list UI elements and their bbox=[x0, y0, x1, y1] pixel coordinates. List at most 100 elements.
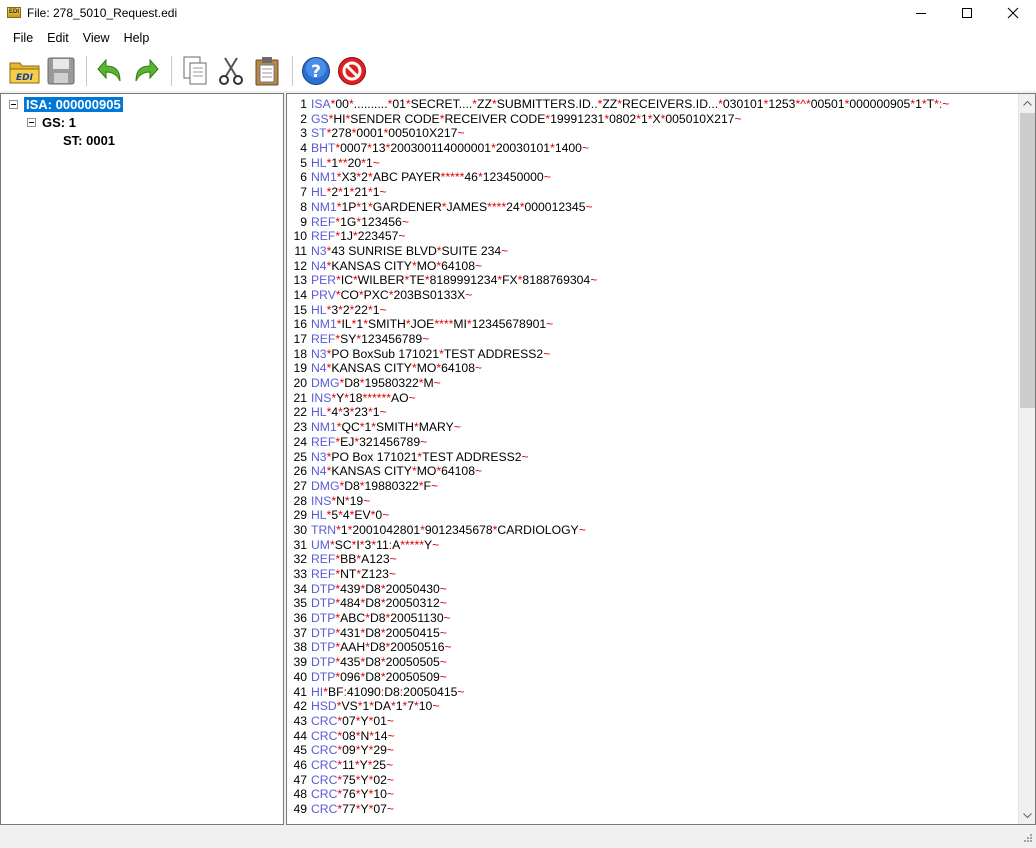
edi-line[interactable]: 25 N3 *PO Box 171021*TEST ADDRESS2~ bbox=[287, 450, 1017, 465]
edi-line[interactable]: 38 DTP *AAH*D8*20050516~ bbox=[287, 640, 1017, 655]
open-edi-icon: EDI bbox=[9, 62, 40, 84]
paste-button[interactable] bbox=[250, 54, 284, 88]
tree-label-gs[interactable]: GS: 1 bbox=[42, 115, 76, 130]
menu-file[interactable]: File bbox=[6, 25, 40, 51]
stop-button[interactable] bbox=[335, 54, 369, 88]
segment-elements: *096*D8*20050509~ bbox=[335, 669, 447, 684]
segment-elements: *HI*SENDER CODE*RECEIVER CODE*19991231*0… bbox=[328, 111, 742, 126]
edi-line[interactable]: 45 CRC *09*Y*29~ bbox=[287, 743, 1017, 758]
edi-line[interactable]: 21 INS *Y*18******AO~ bbox=[287, 391, 1017, 406]
segment-elements: *EJ*321456789~ bbox=[335, 434, 428, 449]
vertical-scrollbar[interactable] bbox=[1018, 94, 1035, 824]
edi-line[interactable]: 5 HL *1**20*1~ bbox=[287, 156, 1017, 171]
tree-node-isa[interactable]: ISA: 000000905 bbox=[9, 95, 123, 113]
segment-id: CRC bbox=[311, 772, 338, 787]
edi-line[interactable]: 28 INS *N*19~ bbox=[287, 494, 1017, 509]
scroll-up-button[interactable] bbox=[1019, 94, 1035, 111]
edi-line[interactable]: 49 CRC *77*Y*07~ bbox=[287, 802, 1017, 817]
edi-line[interactable]: 12 N4 *KANSAS CITY*MO*64108~ bbox=[287, 259, 1017, 274]
edi-line[interactable]: 47 CRC *75*Y*02~ bbox=[287, 773, 1017, 788]
edi-line[interactable]: 33 REF *NT*Z123~ bbox=[287, 567, 1017, 582]
close-icon bbox=[1007, 7, 1019, 18]
segment-id: TRN bbox=[311, 522, 337, 537]
segment-elements: *NT*Z123~ bbox=[335, 567, 397, 581]
edi-line[interactable]: 4 BHT *0007*13*200300114000001*20030101*14… bbox=[287, 141, 1017, 156]
edi-line[interactable]: 6 NM1 *X3*2*ABC PAYER*****46*123450000~ bbox=[287, 170, 1017, 185]
undo-button[interactable] bbox=[93, 54, 127, 88]
edi-line[interactable]: 26 N4 *KANSAS CITY*MO*64108~ bbox=[287, 464, 1017, 479]
edi-line[interactable]: 3 ST *278*0001*005010X217~ bbox=[287, 126, 1017, 141]
line-number: 3 bbox=[300, 126, 307, 141]
close-button[interactable] bbox=[990, 0, 1036, 25]
edi-line[interactable]: 48 CRC *76*Y*10~ bbox=[287, 787, 1017, 802]
edi-editor[interactable]: 1 ISA *00*..........*01*SECRET....*ZZ*SUBM… bbox=[286, 93, 1036, 825]
segment-elements: *BF:41090:D8:20050415~ bbox=[323, 684, 465, 699]
edi-line[interactable]: 44 CRC *08*N*14~ bbox=[287, 729, 1017, 744]
tree-node-gs[interactable]: GS: 1 bbox=[27, 113, 76, 131]
save-button[interactable] bbox=[44, 54, 78, 88]
collapse-icon[interactable] bbox=[9, 99, 18, 109]
segment-id: NM1 bbox=[311, 170, 337, 185]
edi-line[interactable]: 35 DTP *484*D8*20050312~ bbox=[287, 596, 1017, 611]
line-number: 45 bbox=[293, 743, 307, 758]
menu-edit[interactable]: Edit bbox=[40, 25, 76, 51]
segment-elements: *KANSAS CITY*MO*64108~ bbox=[326, 361, 483, 376]
tree-label-st[interactable]: ST: 0001 bbox=[63, 133, 115, 148]
line-number: 7 bbox=[300, 185, 307, 200]
resize-grip-icon[interactable] bbox=[1021, 833, 1033, 845]
edi-line[interactable]: 31 UM *SC*I*3*11:A*****Y~ bbox=[287, 538, 1017, 553]
tree-node-st[interactable]: ST: 0001 bbox=[63, 131, 115, 149]
line-number: 1 bbox=[300, 97, 307, 111]
edi-line[interactable]: 14 PRV *CO*PXC*203BS0133X~ bbox=[287, 288, 1017, 303]
edi-line[interactable]: 1 ISA *00*..........*01*SECRET....*ZZ*SUBM… bbox=[287, 97, 1017, 112]
edi-line[interactable]: 7 HL *2*1*21*1~ bbox=[287, 185, 1017, 200]
edi-line[interactable]: 13 PER *IC*WILBER*TE*8189991234*FX*8188769… bbox=[287, 273, 1017, 288]
edi-line[interactable]: 22 HL *4*3*23*1~ bbox=[287, 405, 1017, 420]
edi-line[interactable]: 11 N3 *43 SUNRISE BLVD*SUITE 234~ bbox=[287, 244, 1017, 259]
menu-view[interactable]: View bbox=[76, 25, 117, 51]
edi-line[interactable]: 24 REF *EJ*321456789~ bbox=[287, 435, 1017, 450]
redo-button[interactable] bbox=[129, 54, 163, 88]
segment-elements: *1**20*1~ bbox=[326, 155, 380, 170]
edi-line[interactable]: 36 DTP *ABC*D8*20051130~ bbox=[287, 611, 1017, 626]
edi-line[interactable]: 2 GS *HI*SENDER CODE*RECEIVER CODE*1999123… bbox=[287, 112, 1017, 127]
edi-line[interactable]: 23 NM1 *QC*1*SMITH*MARY~ bbox=[287, 420, 1017, 435]
edi-line[interactable]: 16 NM1 *IL*1*SMITH*JOE****MI*12345678901~ bbox=[287, 317, 1017, 332]
edi-line[interactable]: 37 DTP *431*D8*20050415~ bbox=[287, 626, 1017, 641]
edi-line[interactable]: 27 DMG *D8*19880322*F~ bbox=[287, 479, 1017, 494]
edi-line[interactable]: 34 DTP *439*D8*20050430~ bbox=[287, 582, 1017, 597]
edi-line[interactable]: 40 DTP *096*D8*20050509~ bbox=[287, 670, 1017, 685]
menu-help[interactable]: Help bbox=[117, 25, 157, 51]
segment-elements: *KANSAS CITY*MO*64108~ bbox=[326, 464, 483, 479]
scrollbar-thumb[interactable] bbox=[1020, 113, 1035, 408]
edi-line[interactable]: 39 DTP *435*D8*20050505~ bbox=[287, 655, 1017, 670]
edi-line[interactable]: 42 HSD *VS*1*DA*1*7*10~ bbox=[287, 699, 1017, 714]
edi-line[interactable]: 30 TRN *1*2001042801*9012345678*CARDIOLOGY… bbox=[287, 523, 1017, 538]
maximize-button[interactable] bbox=[944, 0, 990, 25]
edi-line[interactable]: 41 HI *BF:41090:D8:20050415~ bbox=[287, 685, 1017, 700]
edi-line[interactable]: 29 HL *5*4*EV*0~ bbox=[287, 508, 1017, 523]
cut-button[interactable] bbox=[214, 54, 248, 88]
edi-line[interactable]: 46 CRC *11*Y*25~ bbox=[287, 758, 1017, 773]
edi-line[interactable]: 32 REF *BB*A123~ bbox=[287, 552, 1017, 567]
edi-line[interactable]: 9 REF *1G*123456~ bbox=[287, 215, 1017, 230]
scroll-down-button[interactable] bbox=[1019, 807, 1035, 824]
edi-line[interactable]: 15 HL *3*2*22*1~ bbox=[287, 303, 1017, 318]
segment-elements: *484*D8*20050312~ bbox=[335, 596, 447, 611]
line-number: 16 bbox=[293, 317, 307, 332]
minimize-button[interactable] bbox=[898, 0, 944, 25]
edi-line[interactable]: 8 NM1 *1P*1*GARDENER*JAMES****24*000012345… bbox=[287, 200, 1017, 215]
line-number: 28 bbox=[293, 493, 307, 508]
segment-elements: *KANSAS CITY*MO*64108~ bbox=[326, 258, 483, 273]
edi-line[interactable]: 20 DMG *D8*19580322*M~ bbox=[287, 376, 1017, 391]
edi-line[interactable]: 17 REF *SY*123456789~ bbox=[287, 332, 1017, 347]
edi-line[interactable]: 18 N3 *PO BoxSub 171021*TEST ADDRESS2~ bbox=[287, 347, 1017, 362]
open-edi-button[interactable]: EDI bbox=[8, 54, 42, 88]
help-button[interactable]: ? bbox=[299, 54, 333, 88]
copy-button[interactable] bbox=[178, 54, 212, 88]
tree-label-isa[interactable]: ISA: 000000905 bbox=[24, 96, 123, 112]
edi-line[interactable]: 10 REF *1J*223457~ bbox=[287, 229, 1017, 244]
collapse-icon[interactable] bbox=[27, 117, 36, 127]
edi-line[interactable]: 19 N4 *KANSAS CITY*MO*64108~ bbox=[287, 361, 1017, 376]
edi-line[interactable]: 43 CRC *07*Y*01~ bbox=[287, 714, 1017, 729]
